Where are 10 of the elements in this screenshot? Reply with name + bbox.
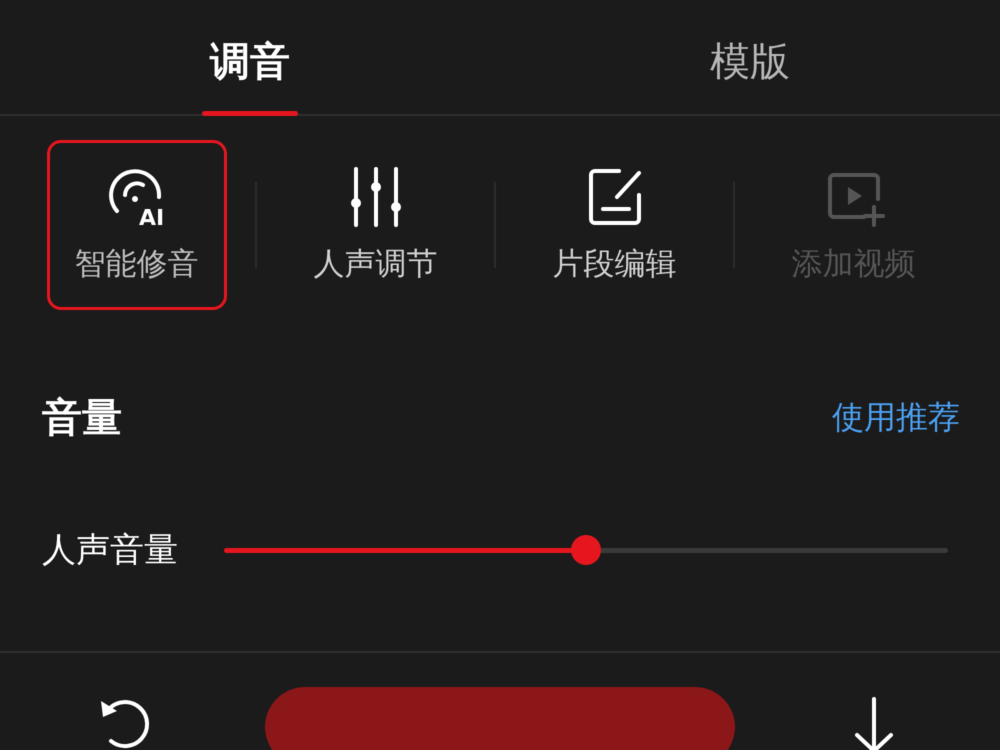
tab[interactable]: 调音 [202, 34, 298, 116]
recommend-link[interactable]: 使用推荐 [832, 396, 960, 440]
slider-thumb[interactable] [571, 535, 601, 565]
tool-button[interactable]: AI 智能修音 [46, 140, 226, 310]
tool-button[interactable]: 片段编辑 [524, 140, 704, 310]
section-title: 音量 [42, 394, 122, 443]
slider[interactable] [224, 535, 948, 565]
tab[interactable]: 模版 [702, 34, 798, 116]
tool-button[interactable]: 人声调节 [286, 140, 466, 310]
slider-label: 人声音量 [42, 529, 178, 572]
